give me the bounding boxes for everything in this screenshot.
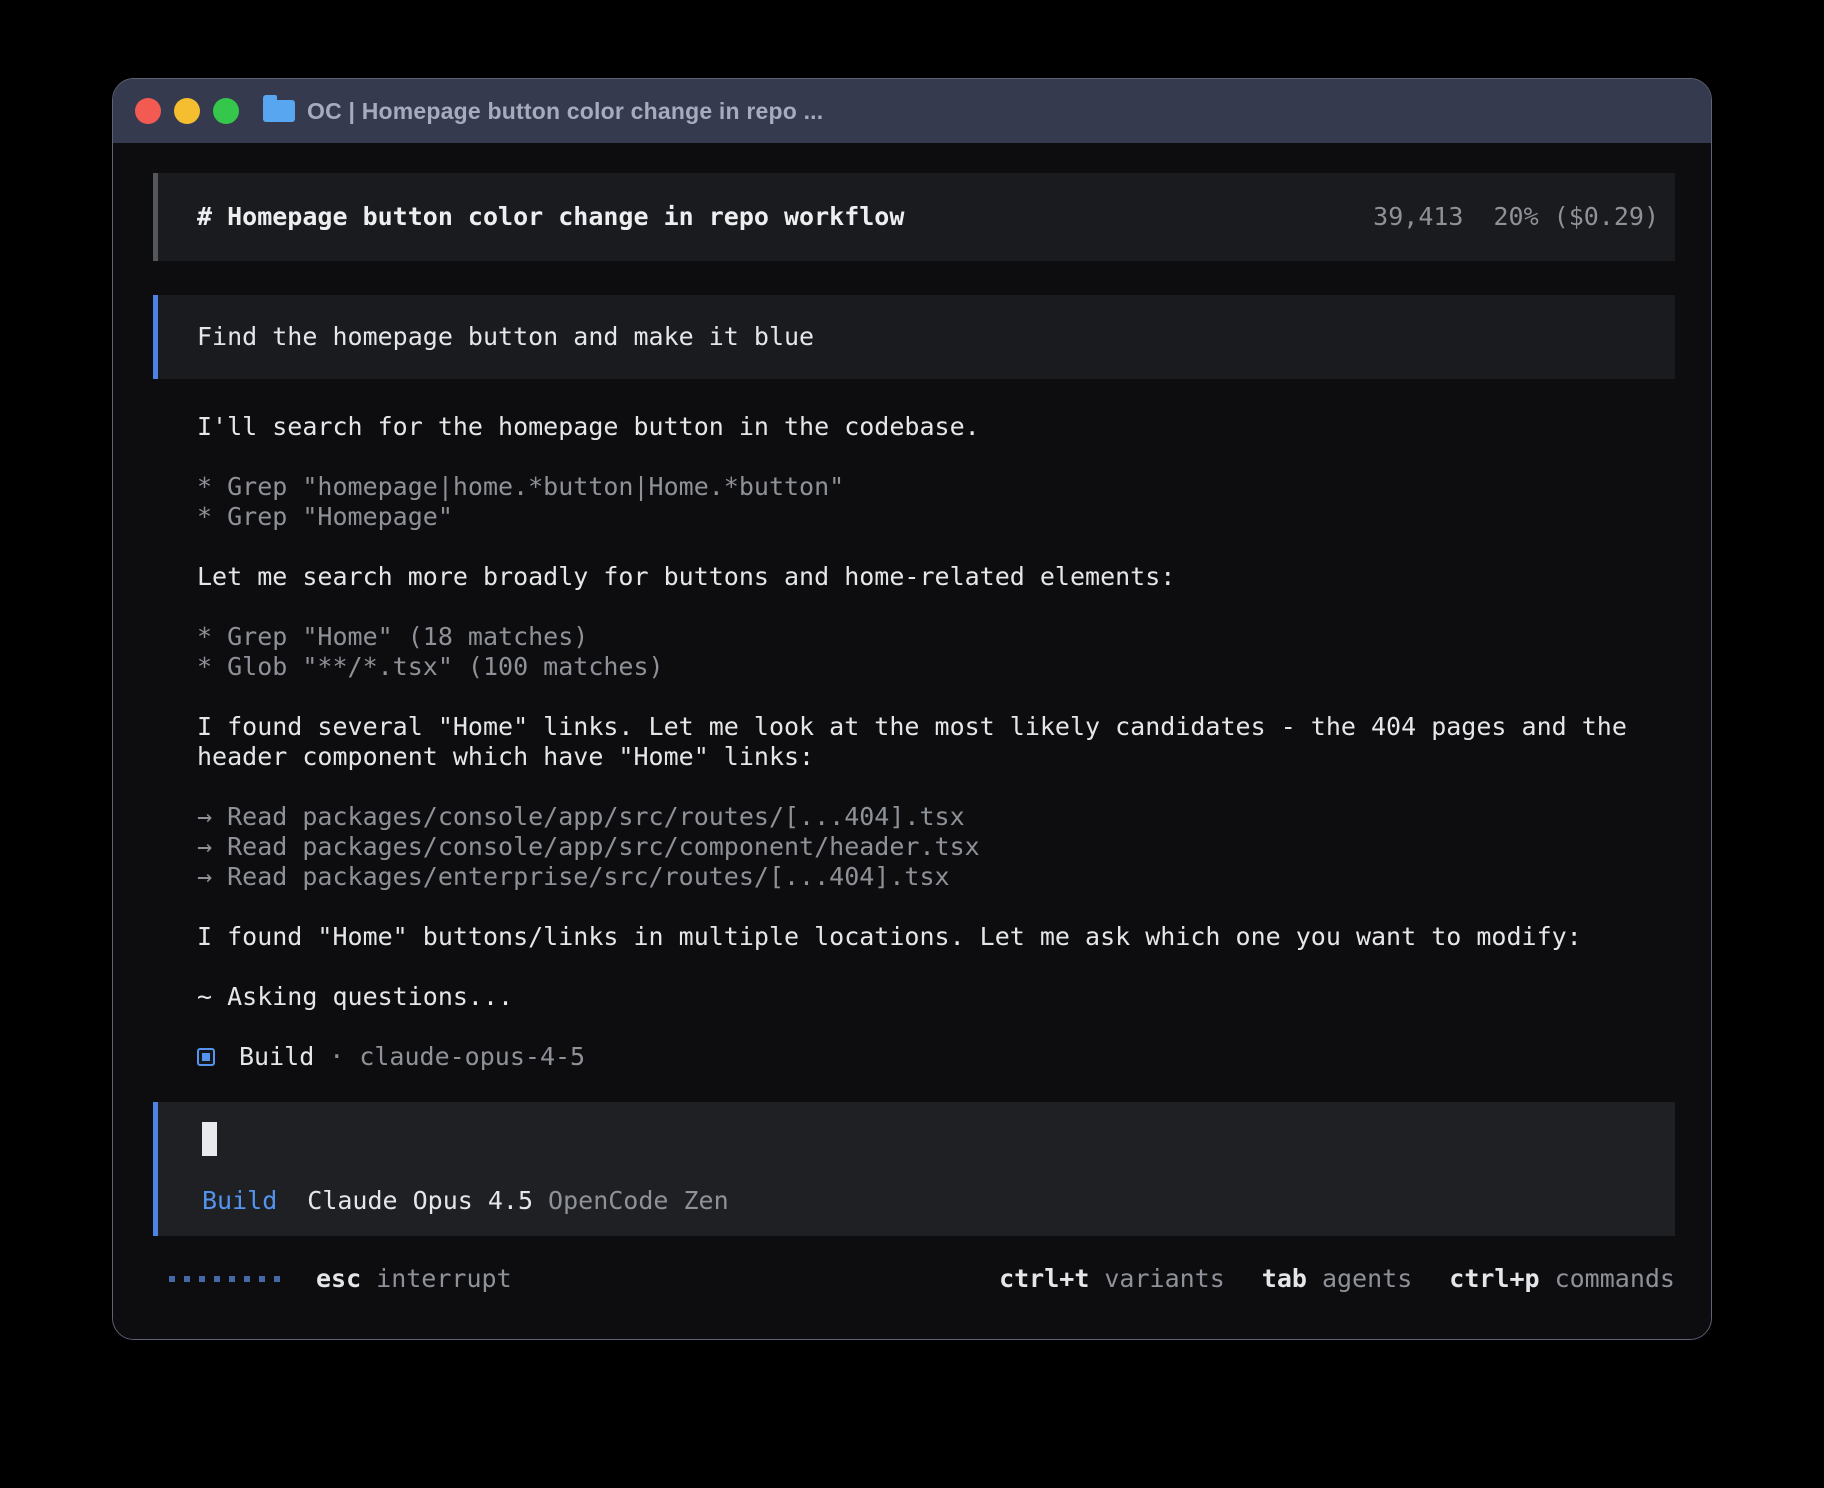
shortcut-agents: tab agents xyxy=(1262,1264,1412,1294)
close-button[interactable] xyxy=(135,98,161,124)
prompt-input[interactable]: Build Claude Opus 4.5 OpenCode Zen xyxy=(153,1102,1675,1236)
interrupt-label: interrupt xyxy=(376,1264,511,1294)
agent-model: claude-opus-4-5 xyxy=(359,1042,585,1072)
titlebar[interactable]: OC | Homepage button color change in rep… xyxy=(113,79,1711,143)
terminal-window: OC | Homepage button color change in rep… xyxy=(112,78,1712,1340)
input-agent-mode[interactable]: Build xyxy=(202,1186,277,1216)
user-message-text: Find the homepage button and make it blu… xyxy=(197,322,814,352)
session-stats: 39,413 20% ($0.29) xyxy=(1373,202,1659,232)
text-cursor xyxy=(202,1122,217,1156)
minimize-button[interactable] xyxy=(174,98,200,124)
agent-name: Build xyxy=(239,1042,314,1072)
session-title: # Homepage button color change in repo w… xyxy=(197,202,904,232)
folder-icon xyxy=(263,100,295,122)
user-message: Find the homepage button and make it blu… xyxy=(153,295,1675,379)
spinner-dots-icon xyxy=(169,1276,280,1282)
traffic-lights xyxy=(135,98,239,124)
input-provider: OpenCode Zen xyxy=(548,1186,729,1216)
tool-call-glob: * Glob "**/*.tsx" (100 matches) xyxy=(197,652,1657,682)
session-cost: ($0.29) xyxy=(1554,202,1659,232)
chat-transcript: I'll search for the homepage button in t… xyxy=(197,412,1657,1072)
window-title: OC | Homepage button color change in rep… xyxy=(307,98,823,125)
shortcut-variants: ctrl+t variants xyxy=(999,1264,1225,1294)
agent-status-row: Build · claude-opus-4-5 xyxy=(197,1042,1657,1072)
input-model-name[interactable]: Claude Opus 4.5 xyxy=(307,1186,533,1216)
tool-call-grep: * Grep "homepage|home.*button|Home.*butt… xyxy=(197,472,1657,502)
asking-status: ~ Asking questions... xyxy=(197,982,1657,1012)
assistant-text: I found several "Home" links. Let me loo… xyxy=(197,712,1657,772)
status-left: esc interrupt xyxy=(153,1264,512,1294)
assistant-text: Let me search more broadly for buttons a… xyxy=(197,562,1657,592)
tool-call-read: → Read packages/console/app/src/routes/[… xyxy=(197,802,1657,832)
tool-call-read: → Read packages/enterprise/src/routes/[.… xyxy=(197,862,1657,892)
build-agent-icon xyxy=(197,1048,215,1066)
shortcut-commands: ctrl+p commands xyxy=(1449,1264,1675,1294)
assistant-text: I found "Home" buttons/links in multiple… xyxy=(197,922,1657,952)
model-row: Build Claude Opus 4.5 OpenCode Zen xyxy=(202,1186,1659,1216)
agent-separator: · xyxy=(329,1042,344,1072)
tool-call-read: → Read packages/console/app/src/componen… xyxy=(197,832,1657,862)
interrupt-key: esc xyxy=(316,1264,361,1294)
tool-call-grep: * Grep "Home" (18 matches) xyxy=(197,622,1657,652)
maximize-button[interactable] xyxy=(213,98,239,124)
shortcut-hints: ctrl+t variants tab agents ctrl+p comman… xyxy=(999,1264,1675,1294)
status-bar: esc interrupt ctrl+t variants tab agents… xyxy=(153,1264,1675,1294)
token-count: 39,413 xyxy=(1373,202,1463,232)
assistant-text: I'll search for the homepage button in t… xyxy=(197,412,1657,442)
tool-call-grep: * Grep "Homepage" xyxy=(197,502,1657,532)
terminal-content: # Homepage button color change in repo w… xyxy=(113,173,1711,1340)
context-percent: 20% xyxy=(1493,202,1538,232)
session-header: # Homepage button color change in repo w… xyxy=(153,173,1675,261)
